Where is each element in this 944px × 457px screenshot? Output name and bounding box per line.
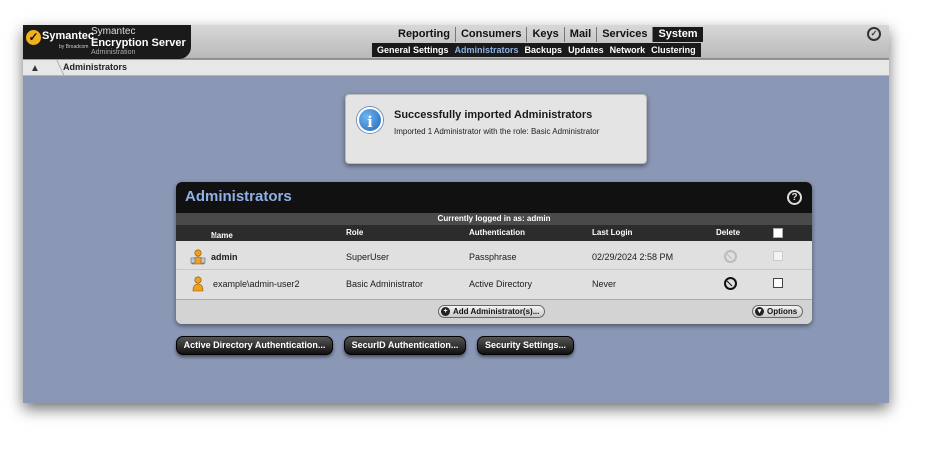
add-administrators-button[interactable]: + Add Administrator(s)... [438, 305, 546, 318]
row-checkbox [773, 251, 783, 261]
main-nav: Reporting Consumers Keys Mail Services S… [393, 27, 703, 42]
col-authentication: Authentication [469, 228, 525, 237]
row-role: SuperUser [346, 252, 390, 262]
chevron-down-icon: ▾ [755, 307, 764, 316]
row-authentication: Active Directory [469, 279, 533, 289]
subnav-backups[interactable]: Backups [522, 43, 566, 57]
col-delete: Delete [716, 228, 741, 237]
subnav-updates[interactable]: Updates [565, 43, 607, 57]
logo-word: Symantec [42, 30, 94, 42]
ad-authentication-button[interactable]: Active Directory Authentication... [176, 336, 333, 355]
nav-keys[interactable]: Keys [527, 27, 565, 42]
panel-header: Administrators ? [176, 182, 812, 213]
product-line1: Symantec [91, 26, 136, 37]
row-checkbox[interactable] [773, 278, 783, 288]
plus-icon: + [441, 307, 450, 316]
col-last-login: Last Login [592, 228, 633, 237]
table-row[interactable]: admin SuperUser Passphrase 02/29/2024 2:… [176, 245, 812, 269]
success-notice: i Successfully imported Administrators I… [345, 94, 647, 164]
breadcrumb-separator [43, 60, 65, 76]
breadcrumb-current: Administrators [63, 62, 128, 72]
securid-authentication-button[interactable]: SecurID Authentication... [344, 336, 466, 355]
panel-footer: + Add Administrator(s)... ▾ Options [176, 299, 812, 324]
options-button[interactable]: ▾ Options [752, 305, 804, 318]
row-authentication: Passphrase [469, 252, 517, 262]
row-divider [176, 269, 812, 270]
nav-consumers[interactable]: Consumers [456, 27, 528, 42]
table-header: Name ▲ Role Authentication Last Login De… [176, 225, 812, 241]
row-last-login: Never [592, 279, 617, 289]
product-line3: Administration [91, 49, 136, 56]
col-role: Role [346, 228, 364, 237]
add-administrators-label: Add Administrator(s)... [453, 307, 540, 316]
home-icon[interactable]: ▲ [30, 63, 40, 74]
sort-asc-icon: ▲ [211, 231, 219, 240]
product-name: Encryption Server [91, 37, 186, 49]
row-last-login: 02/29/2024 2:58 PM [592, 252, 674, 262]
nav-services[interactable]: Services [597, 27, 654, 42]
subnav-network[interactable]: Network [607, 43, 649, 57]
delete-disabled-icon [724, 250, 737, 263]
top-bar: ✓ Symantec by Broadcom Symantec Encrypti… [23, 25, 889, 59]
notice-body: Imported 1 Administrator with the role: … [394, 127, 600, 136]
options-label: Options [767, 307, 798, 316]
sub-nav: General Settings Administrators Backups … [372, 43, 701, 57]
row-name: example\admin-user2 [213, 279, 300, 289]
subnav-general-settings[interactable]: General Settings [374, 43, 452, 57]
app-window: ✓ Symantec by Broadcom Symantec Encrypti… [23, 25, 889, 403]
logo-sub: by Broadcom [59, 44, 89, 50]
select-all-checkbox[interactable] [773, 228, 783, 238]
panel-title: Administrators [185, 188, 292, 205]
user-icon [192, 276, 204, 292]
brand-box: ✓ Symantec by Broadcom Symantec Encrypti… [23, 25, 191, 59]
administrators-panel: Administrators ? Currently logged in as:… [176, 182, 812, 324]
nav-system[interactable]: System [653, 27, 703, 42]
symantec-check-icon: ✓ [26, 30, 41, 45]
security-settings-button[interactable]: Security Settings... [477, 336, 574, 355]
help-icon[interactable]: ? [787, 190, 802, 205]
notice-title: Successfully imported Administrators [394, 109, 593, 121]
row-role: Basic Administrator [346, 279, 424, 289]
table-row[interactable]: example\admin-user2 Basic Administrator … [176, 272, 812, 296]
row-name: admin [211, 252, 238, 262]
subnav-clustering[interactable]: Clustering [648, 43, 699, 57]
info-icon: i [357, 107, 383, 133]
superuser-icon [190, 249, 206, 265]
nav-mail[interactable]: Mail [565, 27, 598, 42]
logout-icon[interactable]: ✓ [867, 27, 881, 41]
breadcrumb: ▲ Administrators [23, 60, 889, 76]
nav-reporting[interactable]: Reporting [393, 27, 456, 42]
delete-icon[interactable] [724, 277, 737, 290]
subnav-administrators[interactable]: Administrators [452, 43, 522, 57]
logged-in-status: Currently logged in as: admin [176, 213, 812, 225]
